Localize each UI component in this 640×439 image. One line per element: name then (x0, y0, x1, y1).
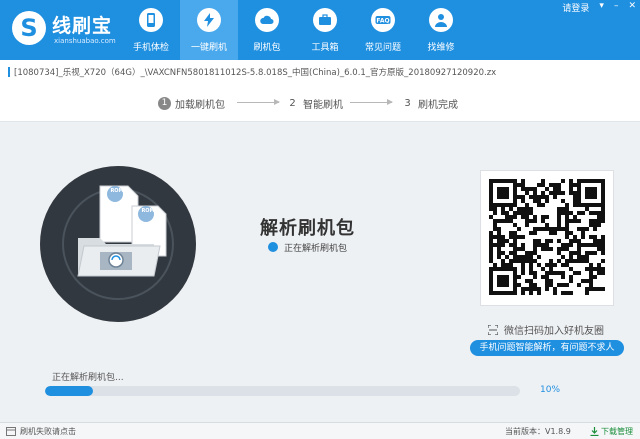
path-marker (8, 67, 10, 77)
menu-icon[interactable]: ▾ (599, 1, 604, 14)
nav-phone-check[interactable]: 手机体检 (122, 0, 180, 60)
step-arrow (237, 99, 280, 105)
progress-fill (45, 386, 93, 396)
rom-badge-back: ROM (110, 188, 124, 194)
step-smart-flash: 2 智能刷机 (286, 96, 343, 111)
nav-find-repair[interactable]: 找维修 (412, 0, 470, 60)
status-text: 正在解析刷机包 (284, 244, 348, 254)
person-icon (429, 8, 453, 32)
progress-bar (45, 386, 520, 396)
download-manager-link[interactable]: 下载管理 (590, 426, 633, 437)
nav-label: 找维修 (427, 43, 455, 53)
qr-caption-text: 微信扫码加入好机友圈 (504, 326, 604, 337)
scan-icon (488, 324, 498, 335)
nav-label: 一键刷机 (190, 43, 227, 53)
wechat-qr-code (480, 170, 614, 306)
step-label: 加载刷机包 (175, 100, 225, 111)
rom-files-icon (77, 185, 167, 277)
cloud-icon (255, 8, 279, 32)
login-link[interactable]: 请登录 (562, 1, 589, 14)
app-header: S 线刷宝 xianshuabao.com 请登录 ▾ – ✕ 手机体检 一键刷… (0, 0, 640, 60)
download-manager-text: 下载管理 (601, 427, 633, 436)
logo-mark: S (12, 11, 46, 45)
step-load-package: 1 加载刷机包 (158, 96, 225, 111)
step-arrow (350, 99, 393, 105)
app-title: 线刷宝 (52, 15, 113, 37)
step-label: 智能刷机 (303, 100, 343, 111)
progress-percent: 10% (540, 385, 561, 395)
qr-code-icon (489, 179, 605, 295)
lightning-icon (197, 8, 221, 32)
status-indicator (268, 242, 278, 252)
app-subtitle: xianshuabao.com (54, 37, 116, 45)
version-label: 当前版本：V1.8.9 (505, 427, 571, 436)
step-number: 1 (158, 97, 171, 110)
nav-one-click-flash[interactable]: 一键刷机 (180, 0, 238, 60)
step-complete: 3 刷机完成 (401, 96, 458, 111)
step-number: 3 (404, 98, 411, 109)
progress-label: 正在解析刷机包... (52, 373, 124, 383)
toolbox-icon (313, 8, 337, 32)
svg-text:FAQ: FAQ (376, 18, 389, 25)
flash-failure-link[interactable]: 刷机失败请点击 (6, 426, 76, 437)
rom-path-bar: [1080734]_乐视_X720（64G）_\VAXCNFN580181101… (0, 60, 640, 84)
rom-badge-front: ROM (141, 208, 155, 214)
main-panel: ROM ROM 解析刷机包 正在解析刷机包 微信扫码加入好机友圈 手机问题智能解… (0, 122, 640, 422)
flash-steps: 1 加载刷机包 2 智能刷机 3 刷机完成 (0, 84, 640, 122)
download-icon (590, 427, 599, 436)
step-label: 刷机完成 (418, 100, 458, 111)
window-icon (6, 427, 16, 436)
smart-diagnosis-button[interactable]: 手机问题智能解析，有问题不求人 (470, 340, 624, 356)
minimize-icon[interactable]: – (614, 1, 619, 14)
nav-faq[interactable]: FAQ 常见问题 (354, 0, 412, 60)
step-number: 2 (289, 98, 296, 109)
main-nav: 手机体检 一键刷机 刷机包 工具箱 FAQ 常见问题 找维修 (122, 0, 470, 60)
nav-label: 常见问题 (364, 43, 401, 53)
nav-label: 刷机包 (253, 43, 281, 53)
nav-rom-package[interactable]: 刷机包 (238, 0, 296, 60)
flash-failure-text: 刷机失败请点击 (20, 427, 76, 436)
window-controls: 请登录 ▾ – ✕ (562, 1, 636, 14)
nav-label: 工具箱 (311, 43, 339, 53)
nav-label: 手机体检 (132, 43, 169, 53)
rom-path-text: [1080734]_乐视_X720（64G）_\VAXCNFN580181101… (14, 68, 497, 78)
qr-caption: 微信扫码加入好机友圈 (488, 322, 604, 337)
faq-icon: FAQ (371, 8, 395, 32)
nav-toolbox[interactable]: 工具箱 (296, 0, 354, 60)
close-icon[interactable]: ✕ (628, 1, 636, 14)
page-title: 解析刷机包 (260, 218, 355, 239)
phone-check-icon (139, 8, 163, 32)
status-bar: 刷机失败请点击 当前版本：V1.8.9 下载管理 (0, 422, 640, 439)
